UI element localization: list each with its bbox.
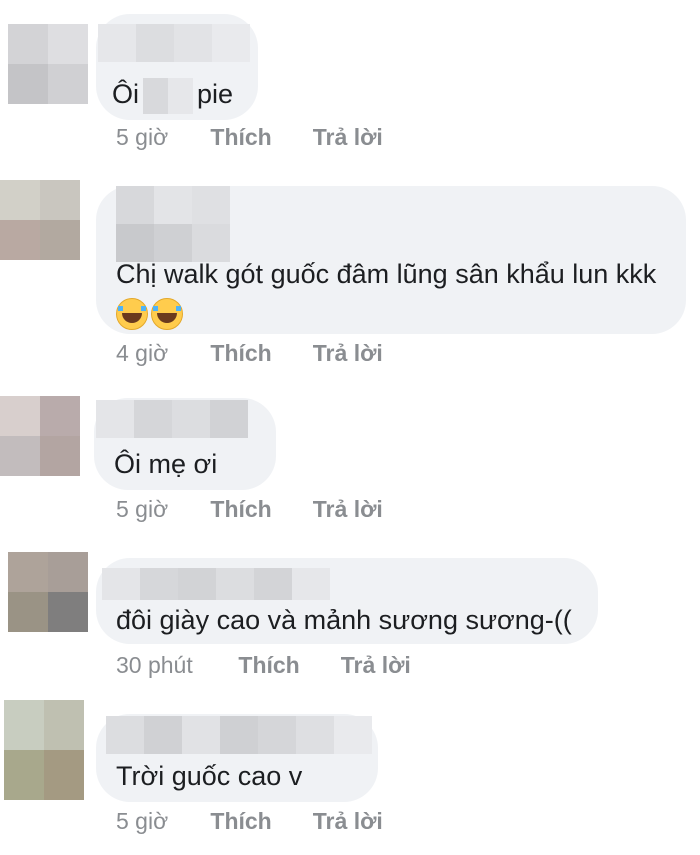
comment-actions: 5 giờ Thích Trả lời <box>116 808 383 835</box>
like-button[interactable]: Thích <box>210 340 306 367</box>
reply-button[interactable]: Trả lời <box>341 652 411 679</box>
comment-text: Ôi mẹ ơi <box>114 449 218 479</box>
comment-actions: 4 giờ Thích Trả lời <box>116 340 383 367</box>
author-name-blurred[interactable] <box>98 24 250 62</box>
author-name-blurred[interactable] <box>116 186 230 262</box>
comment-text: đôi giày cao và mảnh sương sương-(( <box>116 605 572 635</box>
like-button[interactable]: Thích <box>238 652 334 679</box>
comment-bubble: đôi giày cao và mảnh sương sương-(( <box>96 558 598 644</box>
redacted-text <box>143 77 193 114</box>
comment-bubble: Trời guốc cao v <box>96 714 378 802</box>
comment-time[interactable]: 4 giờ <box>116 340 204 367</box>
comment-actions: 5 giờ Thích Trả lời <box>116 124 383 151</box>
comment-time[interactable]: 5 giờ <box>116 496 204 523</box>
author-name-blurred[interactable] <box>96 400 248 438</box>
comment-actions: 30 phút Thích Trả lời <box>116 652 411 679</box>
comment-bubble: Chị walk gót guốc đâm lũng sân khẩu lun … <box>96 186 686 334</box>
comment-time[interactable]: 30 phút <box>116 652 232 679</box>
tears-of-joy-emoji-icon <box>151 297 183 330</box>
avatar[interactable] <box>0 396 80 476</box>
avatar[interactable] <box>8 552 88 632</box>
reply-button[interactable]: Trả lời <box>313 124 383 151</box>
tears-of-joy-emoji-icon <box>116 297 148 330</box>
reply-button[interactable]: Trả lời <box>313 808 383 835</box>
comment-bubble: Ôi pie <box>96 14 258 120</box>
like-button[interactable]: Thích <box>210 808 306 835</box>
comment-time[interactable]: 5 giờ <box>116 124 204 151</box>
comment-actions: 5 giờ Thích Trả lời <box>116 496 383 523</box>
avatar[interactable] <box>0 180 80 260</box>
comment-text: Ôi pie <box>112 74 233 114</box>
comment-bubble: Ôi mẹ ơi <box>94 398 276 490</box>
author-name-blurred[interactable] <box>106 716 372 754</box>
reply-button[interactable]: Trả lời <box>313 340 383 367</box>
comment-emoji-line <box>116 292 186 332</box>
comment-text: Chị walk gót guốc đâm lũng sân khẩu lun … <box>116 259 657 289</box>
like-button[interactable]: Thích <box>210 124 306 151</box>
avatar[interactable] <box>8 24 88 104</box>
comment-text: Trời guốc cao v <box>116 761 303 791</box>
like-button[interactable]: Thích <box>210 496 306 523</box>
reply-button[interactable]: Trả lời <box>313 496 383 523</box>
author-name-blurred[interactable] <box>102 568 330 600</box>
comment-time[interactable]: 5 giờ <box>116 808 204 835</box>
avatar[interactable] <box>4 700 84 800</box>
